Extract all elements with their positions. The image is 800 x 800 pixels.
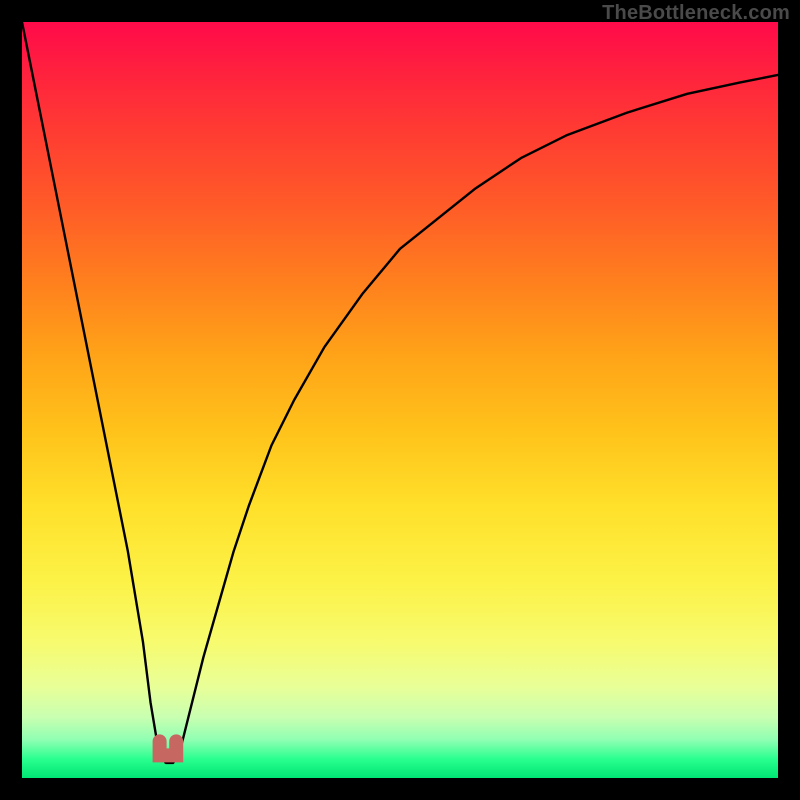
chart-frame: TheBottleneck.com — [0, 0, 800, 800]
plot-area — [22, 22, 778, 778]
attribution-watermark: TheBottleneck.com — [602, 2, 790, 25]
bottleneck-curve — [22, 22, 778, 778]
